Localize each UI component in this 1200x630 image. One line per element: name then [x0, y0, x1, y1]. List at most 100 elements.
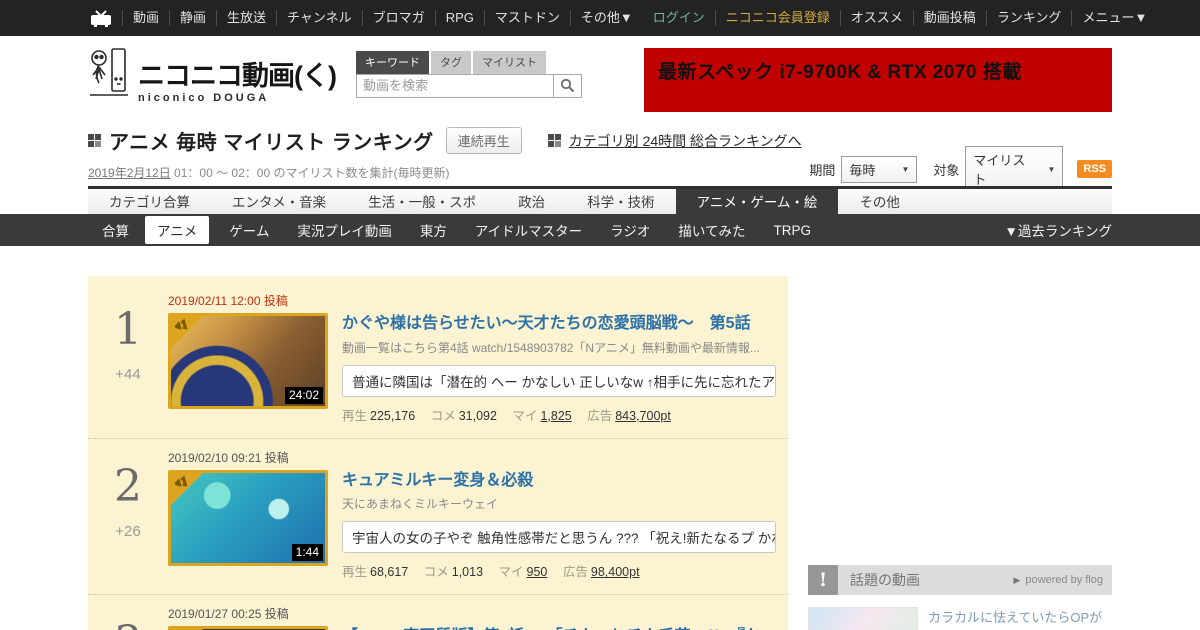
- sub-tab-bar: 合算 アニメ ゲーム 実況プレイ動画 東方 アイドルマスター ラジオ 描いてみた…: [0, 214, 1200, 246]
- niconico-mascot-icon: [88, 45, 130, 104]
- video-title-link[interactable]: キュアミルキー変身＆必殺: [342, 470, 776, 492]
- nav-seiga[interactable]: 静画: [169, 10, 216, 26]
- nav-rpg[interactable]: RPG: [434, 10, 484, 26]
- nicoad-megaphone-icon: [174, 475, 188, 487]
- rss-button[interactable]: RSS: [1077, 160, 1112, 178]
- comments-label: コメ: [430, 408, 456, 423]
- rank-delta: +26: [115, 522, 141, 540]
- page-title: アニメ 毎時 マイリスト ランキング: [109, 132, 434, 154]
- logo-text: ニコニコ動画(く) niconico DOUGA: [138, 62, 337, 104]
- ranking-item-3: 3 +21 2019/01/27 00:25 投稿 2019.3.27 ON S…: [88, 594, 788, 630]
- rank-delta: +44: [115, 366, 141, 383]
- topic-video-thumbnail[interactable]: けものフレンズ2: [808, 607, 918, 630]
- nav-blomaga[interactable]: ブロマガ: [361, 10, 435, 26]
- nav-ranking[interactable]: ランキング: [985, 10, 1072, 26]
- category-tab-entertainment-music[interactable]: エンタメ・音楽: [211, 189, 347, 214]
- category-tab-other[interactable]: その他: [838, 189, 921, 214]
- video-thumbnail[interactable]: 24:02: [168, 313, 328, 409]
- chevron-down-icon: ▼: [901, 164, 910, 174]
- comment-ticker: 宇宙人の女の子やぞ 触角性感帯だと思うん ??? 「祝え!新たなるプ かわいい …: [342, 521, 776, 554]
- nav-others-menu[interactable]: その他▼: [569, 10, 643, 26]
- ranking-list: 1 +44 2019/02/11 12:00 投稿 24:02 かぐや様は告らせ…: [88, 276, 788, 630]
- period-label: 期間: [809, 162, 836, 178]
- sub-tab-letsplay[interactable]: 実況プレイ動画: [283, 220, 406, 240]
- video-title-link[interactable]: かぐや様は告らせたい～天才たちの恋愛頭脳戦～ 第5話: [342, 313, 776, 335]
- nav-mastodon[interactable]: マストドン: [483, 10, 570, 26]
- sub-tab-game[interactable]: ゲーム: [215, 220, 283, 240]
- category-tab-bar: カテゴリ合算 エンタメ・音楽 生活・一般・スポ 政治 科学・技術 アニメ・ゲーム…: [88, 186, 1112, 214]
- video-title-link[interactable]: 【1080p高画質版】第3話ED「チカっとチカ千花っ♡」『かぐや様は告らせたい.…: [342, 626, 776, 630]
- views-label: 再生: [342, 408, 368, 423]
- category-tab-politics[interactable]: 政治: [497, 189, 566, 214]
- search-input[interactable]: [355, 73, 554, 98]
- ranking-header: アニメ 毎時 マイリスト ランキング 連続再生 カテゴリ別 24時間 総合ランキ…: [88, 112, 1112, 192]
- nav-menu[interactable]: メニュー▼: [1071, 10, 1157, 26]
- video-stats: 再生 68,617 コメ 1,013 マイ 950 広告 98,400pt: [342, 561, 776, 580]
- ad-banner-text: 最新スペック i7-9700K & RTX 2070 搭載: [658, 62, 1022, 83]
- category-tab-all[interactable]: カテゴリ合算: [88, 189, 211, 214]
- play-all-button[interactable]: 連続再生: [445, 127, 522, 154]
- ranking-item-2: 2 +26 2019/02/10 09:21 投稿 1:44 キュアミルキー変身…: [88, 437, 788, 595]
- sub-tab-touhou[interactable]: 東方: [406, 220, 461, 240]
- chevron-down-icon: ▼: [1047, 164, 1056, 174]
- ad-points-link[interactable]: 98,400pt: [591, 565, 640, 579]
- nav-video[interactable]: 動画: [122, 10, 169, 26]
- topic-videos-title: 話題の動画: [850, 572, 920, 588]
- play-arrow-icon: ▶: [1013, 574, 1021, 585]
- nav-upload[interactable]: 動画投稿: [912, 10, 986, 26]
- grid-icon: [547, 134, 561, 147]
- global-nav-bar: 動画 静画 生放送 チャンネル ブロマガ RPG マストドン その他▼ ログイン…: [0, 0, 1200, 36]
- search-tab-mylist[interactable]: マイリスト: [472, 50, 546, 74]
- duration-badge: 1:44: [291, 543, 323, 561]
- sidebar: ! 話題の動画 ▶ powered by flog けものフレンズ2 カラカルに…: [808, 276, 1112, 630]
- nav-channel[interactable]: チャンネル: [276, 10, 362, 26]
- search-icon: [560, 78, 575, 93]
- mylist-label: マイ: [498, 565, 524, 580]
- nav-live[interactable]: 生放送: [216, 10, 276, 26]
- nav-recommend[interactable]: オススメ: [839, 10, 913, 26]
- sub-tab-drawing[interactable]: 描いてみた: [664, 220, 759, 240]
- sub-tab-total[interactable]: 合算: [88, 220, 143, 240]
- post-date: 2019/02/10 09:21 投稿: [168, 450, 289, 465]
- comments-count: 31,092: [458, 408, 497, 423]
- past-ranking-link[interactable]: ▼過去ランキング: [1005, 220, 1112, 240]
- powered-by-flog-link[interactable]: ▶ powered by flog: [1013, 574, 1103, 586]
- category-tab-science-tech[interactable]: 科学・技術: [566, 189, 676, 214]
- register-link[interactable]: ニコニコ会員登録: [714, 10, 840, 26]
- mylist-count-link[interactable]: 950: [527, 565, 548, 579]
- rank-number: 1: [114, 304, 142, 355]
- sub-tab-radio[interactable]: ラジオ: [596, 220, 664, 240]
- aggregation-period-text: 01：00 ～ 02：00 のマイリスト数を集計(毎時更新): [170, 166, 450, 180]
- sub-tab-idolmaster[interactable]: アイドルマスター: [461, 220, 596, 240]
- topic-video-title[interactable]: カラカルに怯えていたらOPが始まってしまった...: [928, 607, 1112, 630]
- powered-by-text: powered by flog: [1025, 574, 1103, 586]
- site-header: ニコニコ動画(く) niconico DOUGA キーワード タグ マイリスト: [0, 36, 1200, 112]
- mylist-label: マイ: [512, 408, 538, 423]
- niconico-logo[interactable]: ニコニコ動画(く) niconico DOUGA: [88, 45, 337, 104]
- topic-videos-header: ! 話題の動画 ▶ powered by flog: [808, 565, 1112, 595]
- logo-subtitle: niconico DOUGA: [138, 91, 270, 104]
- ad-banner[interactable]: 最新スペック i7-9700K & RTX 2070 搭載: [644, 48, 1112, 112]
- category-tab-anime-game-art[interactable]: アニメ・ゲーム・絵: [675, 189, 839, 214]
- sub-tab-anime[interactable]: アニメ: [145, 216, 210, 244]
- category-tab-life-general-sports[interactable]: 生活・一般・スポ: [347, 189, 497, 214]
- video-description: 天にあまねくミルキーウェイ: [342, 497, 499, 512]
- category-24h-ranking-link[interactable]: カテゴリ別 24時間 総合ランキングへ: [569, 131, 802, 151]
- login-link[interactable]: ログイン: [643, 10, 715, 26]
- mylist-count-link[interactable]: 1,825: [540, 409, 571, 423]
- search-tab-keyword[interactable]: キーワード: [355, 50, 429, 74]
- niconico-tv-icon[interactable]: [88, 9, 122, 27]
- video-thumbnail[interactable]: 1:44: [168, 469, 328, 566]
- topic-video-item[interactable]: けものフレンズ2 カラカルに怯えていたらOPが始まってしまった...: [808, 607, 1112, 630]
- search-button[interactable]: [553, 73, 582, 98]
- ranking-item-1: 1 +44 2019/02/11 12:00 投稿 24:02 かぐや様は告らせ…: [88, 282, 788, 438]
- sub-tab-trpg[interactable]: TRPG: [760, 223, 826, 238]
- ad-points-link[interactable]: 843,700pt: [615, 409, 671, 423]
- video-thumbnail[interactable]: 2019.3.27 ON SALE!!: [168, 626, 328, 630]
- period-select[interactable]: 毎時 ▼: [841, 155, 918, 183]
- rank-number: 2: [114, 460, 142, 512]
- search-tab-tag[interactable]: タグ: [430, 50, 471, 74]
- date-link[interactable]: 2019年2月12日: [88, 166, 171, 180]
- comments-count: 1,013: [451, 565, 484, 580]
- target-select-value: マイリスト: [973, 153, 1026, 187]
